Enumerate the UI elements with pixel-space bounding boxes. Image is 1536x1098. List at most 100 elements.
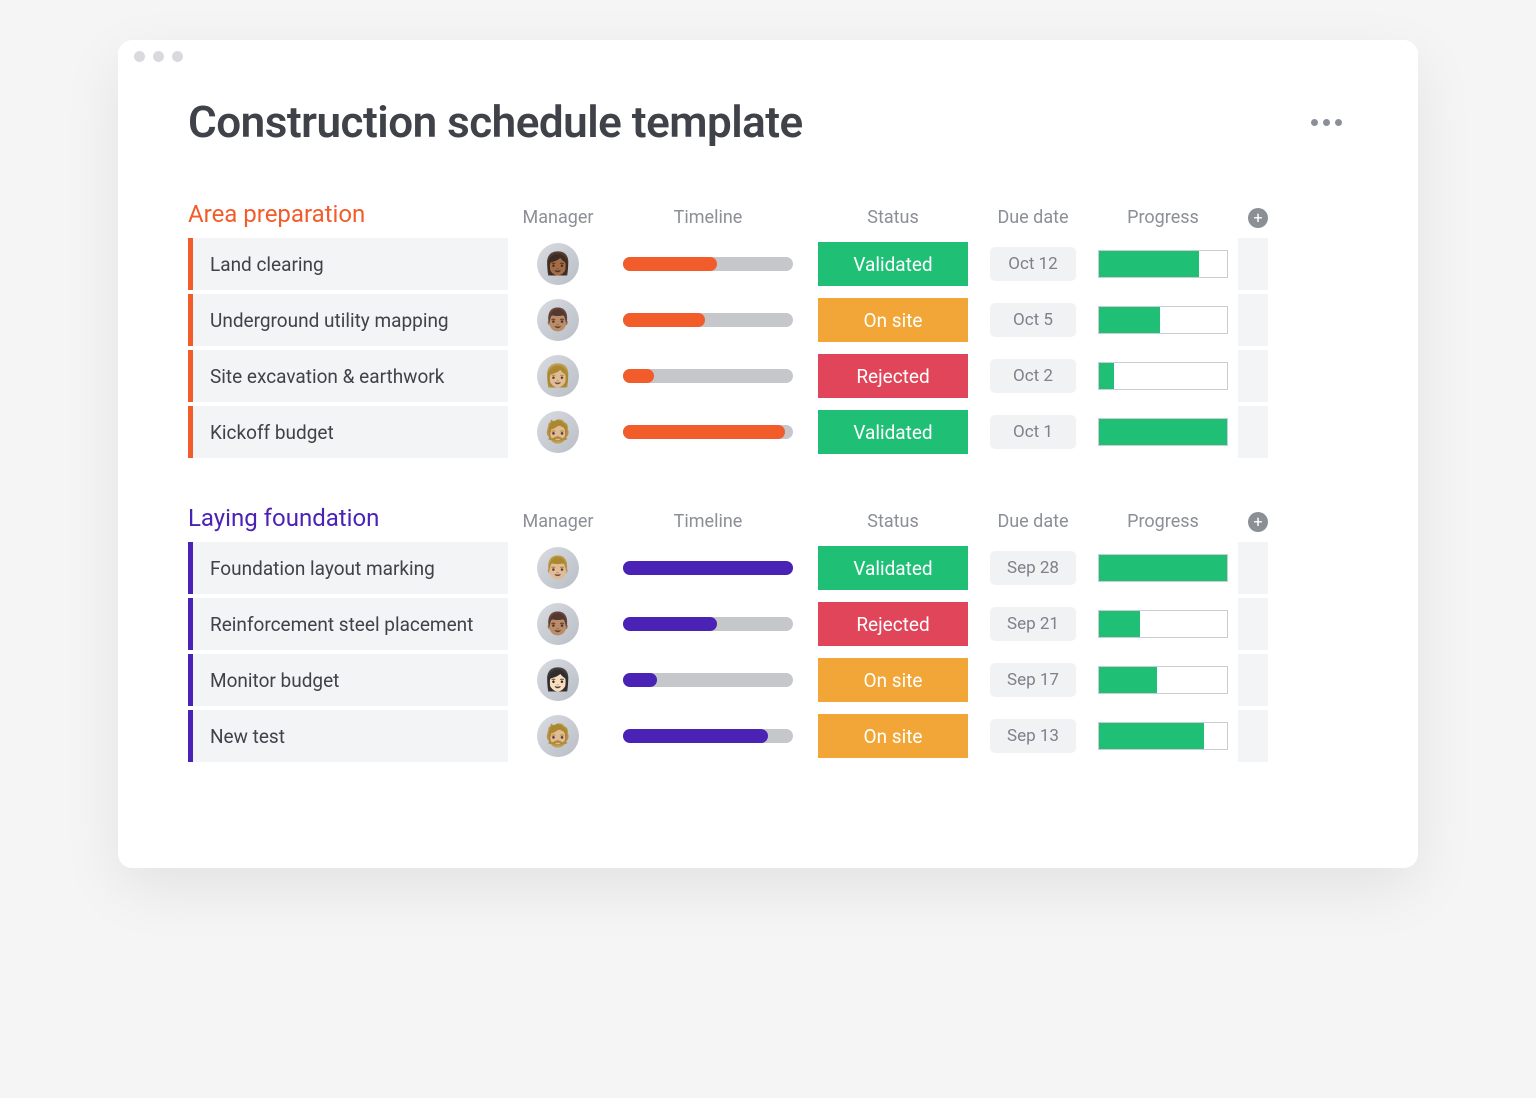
avatar[interactable]: 👨🏽	[537, 603, 579, 645]
table-row[interactable]: New test🧔🏼On siteSep 13	[188, 710, 1348, 762]
timeline-cell[interactable]	[608, 561, 808, 575]
progress-bar[interactable]	[1098, 610, 1228, 638]
due-date-cell[interactable]: Sep 28	[978, 551, 1088, 585]
progress-bar[interactable]	[1098, 722, 1228, 750]
progress-bar[interactable]	[1098, 418, 1228, 446]
timeline-cell[interactable]	[608, 425, 808, 439]
due-date-cell[interactable]: Oct 12	[978, 247, 1088, 281]
more-options-button[interactable]	[1305, 113, 1348, 132]
column-header-progress[interactable]: Progress	[1088, 511, 1238, 532]
progress-cell[interactable]	[1088, 722, 1238, 750]
due-date-cell[interactable]: Oct 1	[978, 415, 1088, 449]
avatar[interactable]: 👨🏽	[537, 299, 579, 341]
add-column-button[interactable]: +	[1248, 208, 1268, 228]
timeline-bar[interactable]	[623, 369, 793, 383]
due-date-chip[interactable]: Sep 13	[990, 719, 1076, 753]
task-name-cell[interactable]: Underground utility mapping	[188, 294, 508, 346]
due-date-chip[interactable]: Sep 28	[990, 551, 1076, 585]
avatar[interactable]: 👩🏾	[537, 243, 579, 285]
task-name-cell[interactable]: Foundation layout marking	[188, 542, 508, 594]
timeline-cell[interactable]	[608, 673, 808, 687]
progress-bar[interactable]	[1098, 362, 1228, 390]
progress-bar[interactable]	[1098, 554, 1228, 582]
timeline-cell[interactable]	[608, 257, 808, 271]
status-cell[interactable]: Validated	[808, 242, 978, 286]
avatar[interactable]: 👩🏻	[537, 659, 579, 701]
status-badge[interactable]: Validated	[818, 242, 968, 286]
status-badge[interactable]: Validated	[818, 410, 968, 454]
due-date-chip[interactable]: Oct 2	[990, 359, 1076, 393]
status-cell[interactable]: Validated	[808, 410, 978, 454]
table-row[interactable]: Foundation layout marking 👨🏼 Validated Sep …	[188, 542, 1348, 594]
column-header-due[interactable]: Due date	[978, 207, 1088, 228]
window-minimize-dot[interactable]	[153, 51, 164, 62]
column-header-progress[interactable]: Progress	[1088, 207, 1238, 228]
due-date-cell[interactable]: Oct 5	[978, 303, 1088, 337]
status-cell[interactable]: Validated	[808, 546, 978, 590]
group-title[interactable]: Area preparation	[188, 200, 508, 228]
column-header-manager[interactable]: Manager	[508, 207, 608, 228]
manager-cell[interactable]: 👨🏽	[508, 603, 608, 645]
manager-cell[interactable]: 👨🏽	[508, 299, 608, 341]
table-row[interactable]: Site excavation & earthwork 👩🏼 Rejected Oct…	[188, 350, 1348, 402]
avatar[interactable]: 👩🏼	[537, 355, 579, 397]
task-name-cell[interactable]: New test	[188, 710, 508, 762]
due-date-cell[interactable]: Oct 2	[978, 359, 1088, 393]
task-name-cell[interactable]: Site excavation & earthwork	[188, 350, 508, 402]
timeline-cell[interactable]	[608, 617, 808, 631]
progress-cell[interactable]	[1088, 418, 1238, 446]
manager-cell[interactable]: 👩🏼	[508, 355, 608, 397]
status-badge[interactable]: On site	[818, 298, 968, 342]
window-close-dot[interactable]	[134, 51, 145, 62]
status-badge[interactable]: Rejected	[818, 354, 968, 398]
timeline-cell[interactable]	[608, 369, 808, 383]
status-cell[interactable]: On site	[808, 714, 978, 758]
status-badge[interactable]: Validated	[818, 546, 968, 590]
progress-cell[interactable]	[1088, 610, 1238, 638]
status-cell[interactable]: Rejected	[808, 354, 978, 398]
column-header-timeline[interactable]: Timeline	[608, 207, 808, 228]
window-zoom-dot[interactable]	[172, 51, 183, 62]
due-date-chip[interactable]: Sep 21	[990, 607, 1076, 641]
table-row[interactable]: Reinforcement steel placement 👨🏽 Rejected S…	[188, 598, 1348, 650]
progress-cell[interactable]	[1088, 306, 1238, 334]
due-date-chip[interactable]: Oct 1	[990, 415, 1076, 449]
status-badge[interactable]: Rejected	[818, 602, 968, 646]
progress-cell[interactable]	[1088, 362, 1238, 390]
group-title[interactable]: Laying foundation	[188, 504, 508, 532]
progress-cell[interactable]	[1088, 250, 1238, 278]
manager-cell[interactable]: 👩🏾	[508, 243, 608, 285]
status-badge[interactable]: On site	[818, 714, 968, 758]
timeline-cell[interactable]	[608, 313, 808, 327]
progress-cell[interactable]	[1088, 554, 1238, 582]
column-header-due[interactable]: Due date	[978, 511, 1088, 532]
due-date-cell[interactable]: Sep 17	[978, 663, 1088, 697]
progress-cell[interactable]	[1088, 666, 1238, 694]
column-header-manager[interactable]: Manager	[508, 511, 608, 532]
due-date-chip[interactable]: Oct 12	[990, 247, 1076, 281]
due-date-cell[interactable]: Sep 21	[978, 607, 1088, 641]
task-name-cell[interactable]: Monitor budget	[188, 654, 508, 706]
task-name-cell[interactable]: Kickoff budget	[188, 406, 508, 458]
timeline-bar[interactable]	[623, 425, 793, 439]
task-name-cell[interactable]: Land clearing	[188, 238, 508, 290]
progress-bar[interactable]	[1098, 306, 1228, 334]
avatar[interactable]: 🧔🏼	[537, 411, 579, 453]
timeline-bar[interactable]	[623, 257, 793, 271]
table-row[interactable]: Monitor budget 👩🏻 On site Sep 17	[188, 654, 1348, 706]
add-column-button[interactable]: +	[1248, 512, 1268, 532]
due-date-cell[interactable]: Sep 13	[978, 719, 1088, 753]
column-header-status[interactable]: Status	[808, 511, 978, 532]
timeline-bar[interactable]	[623, 729, 793, 743]
column-header-timeline[interactable]: Timeline	[608, 511, 808, 532]
timeline-cell[interactable]	[608, 729, 808, 743]
timeline-bar[interactable]	[623, 673, 793, 687]
manager-cell[interactable]: 👨🏼	[508, 547, 608, 589]
status-cell[interactable]: On site	[808, 658, 978, 702]
progress-bar[interactable]	[1098, 250, 1228, 278]
task-name-cell[interactable]: Reinforcement steel placement	[188, 598, 508, 650]
manager-cell[interactable]: 🧔🏼	[508, 411, 608, 453]
manager-cell[interactable]: 👩🏻	[508, 659, 608, 701]
avatar[interactable]: 👨🏼	[537, 547, 579, 589]
status-badge[interactable]: On site	[818, 658, 968, 702]
